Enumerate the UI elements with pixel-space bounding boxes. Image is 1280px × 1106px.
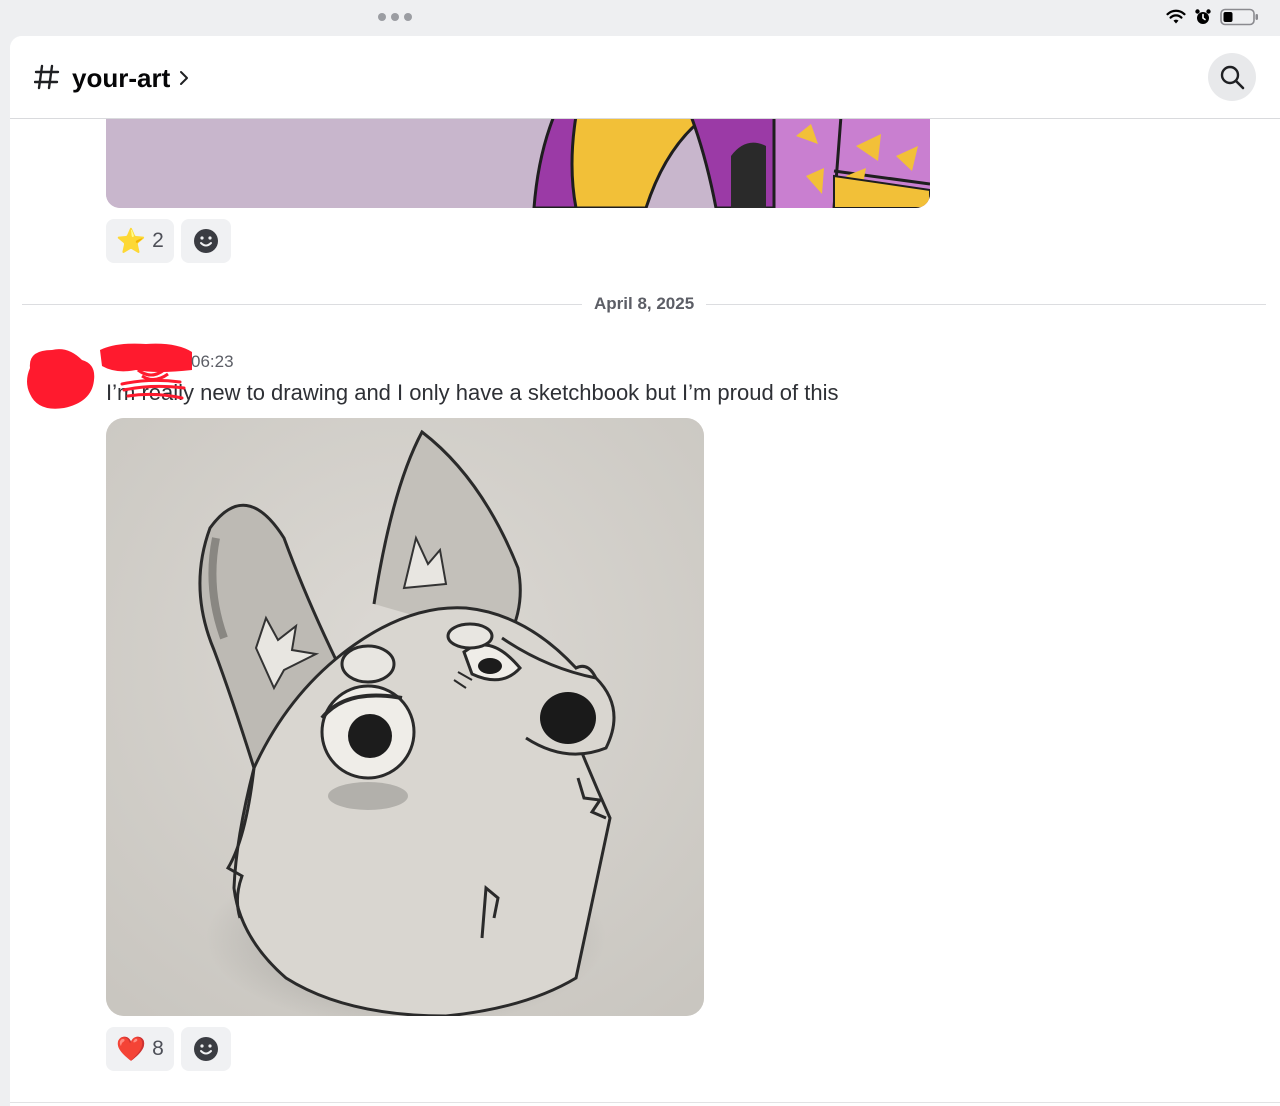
wifi-icon — [1166, 9, 1186, 24]
chevron-right-icon[interactable] — [178, 70, 190, 86]
multitasking-dots-icon[interactable] — [378, 13, 412, 21]
search-icon — [1220, 65, 1245, 90]
message-separator — [10, 1102, 1280, 1103]
reaction-count: 2 — [152, 229, 164, 252]
channel-name[interactable]: your-art — [72, 63, 170, 94]
date-divider-label: April 8, 2025 — [582, 294, 707, 314]
reaction-heart[interactable]: ❤️ 8 — [106, 1027, 174, 1071]
avatar[interactable] — [24, 346, 96, 410]
heart-emoji-icon: ❤️ — [116, 1035, 147, 1063]
reaction-count: 8 — [152, 1037, 164, 1060]
channel-header: your-art — [10, 36, 1280, 119]
add-reaction-button[interactable] — [181, 1027, 231, 1071]
reaction-star[interactable]: ⭐ 2 — [106, 219, 174, 263]
status-icons — [1166, 8, 1260, 26]
redaction-scribble — [120, 378, 186, 400]
star-emoji-icon: ⭐ — [116, 227, 147, 255]
message-timestamp: 06:23 — [191, 352, 234, 371]
battery-icon — [1220, 8, 1258, 26]
discord-window: ⭐ 2 April 8, 2025 06:23 I’m really new t… — [10, 36, 1280, 1106]
alarm-icon — [1195, 9, 1211, 24]
message-text: I’m really new to drawing and I only hav… — [106, 380, 839, 405]
smiley-icon — [194, 229, 218, 253]
sketch-attachment-image[interactable] — [106, 418, 704, 1016]
status-bar — [0, 0, 1280, 36]
search-button[interactable] — [1208, 53, 1256, 101]
hash-icon — [34, 64, 60, 90]
smiley-icon — [194, 1037, 218, 1061]
add-reaction-button[interactable] — [181, 219, 231, 263]
previous-attachment-image[interactable] — [106, 116, 930, 208]
